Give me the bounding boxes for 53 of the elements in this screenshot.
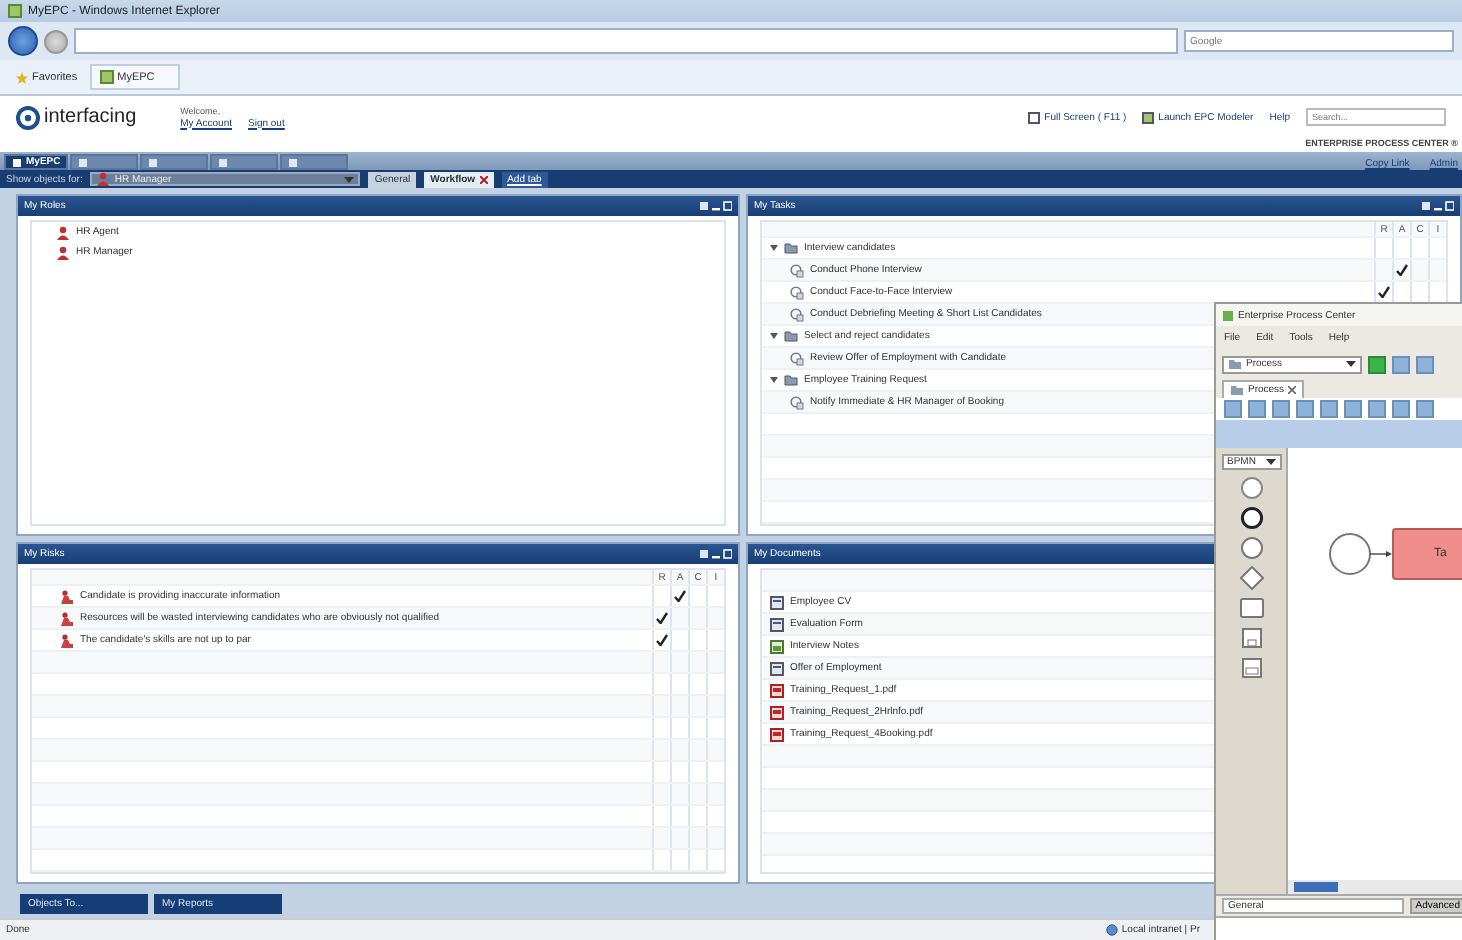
person-icon [56, 225, 70, 239]
risk-icon [60, 633, 74, 647]
task-icon [790, 395, 804, 409]
window-controls-icon [700, 200, 732, 212]
xls-file-icon [770, 639, 784, 653]
globe-icon [1105, 924, 1118, 936]
collapse-arrow-icon[interactable] [770, 244, 778, 252]
pool-icon[interactable] [1239, 656, 1263, 680]
tab-icon [288, 157, 299, 167]
folder-icon [784, 242, 798, 254]
tab-icon [148, 157, 159, 167]
forward-button[interactable] [44, 29, 68, 53]
risk-icon [60, 611, 74, 625]
tab-icon [12, 157, 22, 167]
window-controls-icon [1422, 200, 1454, 212]
logo-icon [16, 105, 40, 129]
intermediate-event-icon[interactable] [1239, 506, 1263, 530]
launch-icon [1142, 111, 1155, 123]
main-tab[interactable] [210, 154, 279, 170]
risk-icon [60, 589, 74, 603]
scrollbar[interactable] [1288, 880, 1462, 894]
star-icon [16, 71, 28, 83]
app-icon [1222, 309, 1234, 321]
main-tab[interactable] [70, 154, 139, 170]
collapse-arrow-icon[interactable] [770, 332, 778, 340]
task-icon [790, 285, 804, 299]
back-button[interactable] [8, 26, 38, 56]
window-icon [1028, 111, 1041, 123]
collapse-arrow-icon[interactable] [770, 376, 778, 384]
main-tab[interactable] [140, 154, 209, 170]
person-icon [96, 172, 111, 186]
folder-icon [784, 330, 798, 342]
subprocess-icon[interactable] [1239, 626, 1263, 650]
logo: interfacing [16, 105, 137, 129]
caret-icon [1346, 360, 1356, 368]
task-icon [790, 263, 804, 277]
task-icon [790, 351, 804, 365]
window-controls-icon [700, 548, 732, 560]
caret-icon [344, 175, 355, 183]
main-tab[interactable] [280, 154, 349, 170]
folder-icon [784, 374, 798, 386]
tab-icon [218, 157, 229, 167]
task-icon [790, 307, 804, 321]
end-event-icon[interactable] [1239, 536, 1263, 560]
close-icon [1288, 386, 1297, 394]
add-button[interactable] [1368, 355, 1386, 373]
task-shape-icon[interactable] [1239, 596, 1263, 620]
page-icon [99, 70, 114, 84]
close-icon [479, 175, 488, 183]
page-icon [8, 4, 22, 18]
address-field[interactable] [74, 28, 1178, 54]
tab-icon [78, 157, 89, 167]
person-icon [56, 245, 70, 259]
